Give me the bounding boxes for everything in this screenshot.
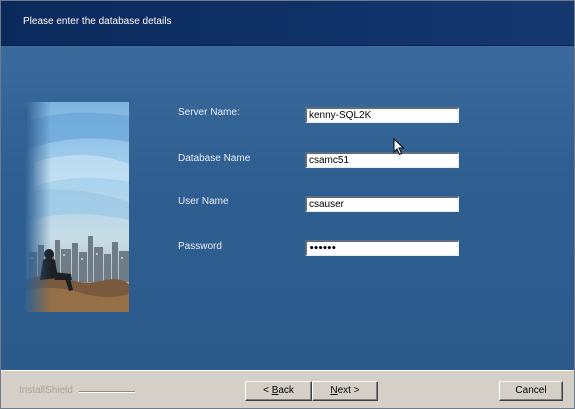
server-name-field[interactable]: kenny-SQL2K [305, 107, 459, 123]
side-illustration [25, 102, 129, 312]
back-button[interactable]: < Back [245, 381, 312, 401]
mouse-pointer-icon [393, 138, 405, 156]
installer-window: Please enter the database details Server… [0, 0, 575, 409]
next-button-mnemonic: N [330, 385, 338, 396]
user-name-label: User Name [178, 196, 229, 207]
dialog-footer: InstallShield < Back Next > Cancel [1, 370, 574, 408]
database-name-label: Database Name [178, 153, 251, 164]
city-skyline-illustration-icon [25, 102, 129, 312]
user-name-field[interactable]: csauser [305, 196, 459, 212]
back-button-prefix: < [263, 385, 272, 396]
installshield-brand: InstallShield [19, 385, 73, 396]
back-button-label-rest: ack [278, 385, 294, 396]
next-button[interactable]: Next > [312, 381, 378, 401]
dialog-header: Please enter the database details [1, 1, 574, 46]
next-button-label-rest: ext > [337, 385, 360, 396]
database-name-field[interactable]: csamc51 [305, 152, 459, 168]
footer-divider [79, 391, 135, 393]
password-field[interactable]: •••••• [305, 240, 459, 256]
password-masked-value: •••••• [309, 244, 336, 254]
password-label: Password [178, 241, 222, 252]
cancel-button[interactable]: Cancel [499, 381, 563, 401]
server-name-label: Server Name: [178, 107, 240, 118]
header-title: Please enter the database details [23, 16, 172, 27]
